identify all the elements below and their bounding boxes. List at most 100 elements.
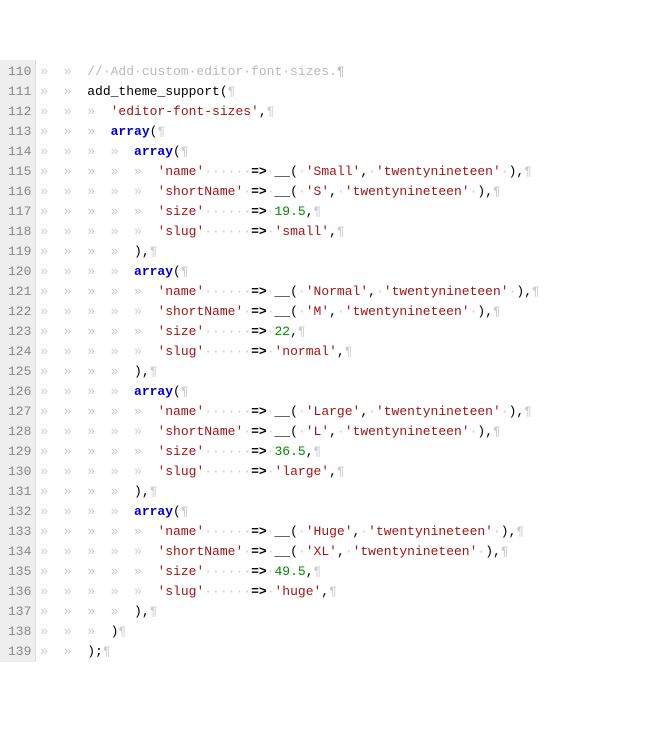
code-line[interactable]: » » » » » 'shortName'·=>·__(·'L',·'twent… (40, 422, 659, 442)
token-punct: ), (477, 304, 493, 319)
token-ws: » » » » » (40, 544, 157, 559)
code-line[interactable]: » » » )¶ (40, 622, 659, 642)
code-line[interactable]: » » » » array(¶ (40, 382, 659, 402)
line-number: 139 (8, 642, 31, 662)
token-op: => (251, 404, 267, 419)
line-number-gutter: 1101111121131141151161171181191201211221… (0, 60, 36, 662)
code-line[interactable]: » » » » » 'name'······=>·__(·'Small',·'t… (40, 162, 659, 182)
code-line[interactable]: » » » » » 'size'······=>·49.5,¶ (40, 562, 659, 582)
token-string: 'S' (306, 184, 329, 199)
token-string: 'L' (306, 424, 329, 439)
code-line[interactable]: » » //·Add·custom·editor·font·sizes.¶ (40, 62, 659, 82)
token-ws: ¶ (150, 604, 158, 619)
token-ws: · (298, 404, 306, 419)
token-punct: ( (290, 284, 298, 299)
code-line[interactable]: » » » » » 'slug'······=>·'small',¶ (40, 222, 659, 242)
token-ws: » » » (40, 124, 110, 139)
code-line[interactable]: » » » » » 'size'······=>·22,¶ (40, 322, 659, 342)
token-op: => (251, 224, 267, 239)
token-ws: ¶ (267, 104, 275, 119)
token-punct: , (290, 324, 298, 339)
token-ws: » » » » » (40, 284, 157, 299)
code-line[interactable]: » » » » array(¶ (40, 142, 659, 162)
code-line[interactable]: » » add_theme_support(¶ (40, 82, 659, 102)
code-line[interactable]: » » » » ),¶ (40, 242, 659, 262)
code-line[interactable]: » » );¶ (40, 642, 659, 662)
code-line[interactable]: » » » » » 'shortName'·=>·__(·'S',·'twent… (40, 182, 659, 202)
token-punct: ( (290, 424, 298, 439)
line-number: 128 (8, 422, 31, 442)
token-ws: » » » » » (40, 564, 157, 579)
line-number: 132 (8, 502, 31, 522)
token-punct: ( (290, 404, 298, 419)
token-ws: » » » » » (40, 224, 157, 239)
code-line[interactable]: » » » array(¶ (40, 122, 659, 142)
token-ws: · (298, 304, 306, 319)
code-line[interactable]: » » » » » 'size'······=>·36.5,¶ (40, 442, 659, 462)
code-line[interactable]: » » » » » 'shortName'·=>·__(·'M',·'twent… (40, 302, 659, 322)
token-ws: ······ (204, 344, 251, 359)
token-func: __ (274, 164, 290, 179)
code-line[interactable]: » » » » ),¶ (40, 602, 659, 622)
token-string: 'Huge' (306, 524, 353, 539)
code-line[interactable]: » » » » » 'shortName'·=>·__(·'XL',·'twen… (40, 542, 659, 562)
token-punct: ( (290, 184, 298, 199)
token-func: __ (275, 544, 291, 559)
code-line[interactable]: » » » 'editor-font-sizes',¶ (40, 102, 659, 122)
token-ws: » » » » » (40, 184, 157, 199)
token-punct: ), (134, 244, 150, 259)
token-ws: ¶ (314, 564, 322, 579)
token-keyword: array (134, 504, 173, 519)
code-line[interactable]: » » » » » 'name'······=>·__(·'Huge',·'tw… (40, 522, 659, 542)
line-number: 123 (8, 322, 31, 342)
code-line[interactable]: » » » » array(¶ (40, 262, 659, 282)
token-punct: ), (134, 484, 150, 499)
line-number: 110 (8, 62, 31, 82)
token-ws: ······ (204, 564, 251, 579)
token-ws: · (243, 544, 251, 559)
token-ws: ¶ (516, 524, 524, 539)
token-op: => (251, 464, 267, 479)
token-punct: , (329, 464, 337, 479)
line-number: 113 (8, 122, 31, 142)
token-num: 49.5 (274, 564, 305, 579)
token-ws: · (376, 284, 384, 299)
code-editor[interactable]: 1101111121131141151161171181191201211221… (0, 60, 659, 662)
token-string: 'twentynineteen' (376, 164, 501, 179)
token-ws: · (267, 184, 275, 199)
token-punct: , (306, 444, 314, 459)
token-punct: ), (509, 404, 525, 419)
token-ws: » » (40, 644, 87, 659)
token-comment: //·Add·custom·editor·font·sizes.¶ (87, 64, 344, 79)
token-string: 'size' (157, 564, 204, 579)
token-func: __ (275, 424, 291, 439)
token-ws: » » » » » (40, 304, 157, 319)
token-ws: · (267, 424, 275, 439)
code-line[interactable]: » » » » » 'size'······=>·19.5,¶ (40, 202, 659, 222)
code-line[interactable]: » » » » array(¶ (40, 502, 659, 522)
code-line[interactable]: » » » » » 'slug'······=>·'large',¶ (40, 462, 659, 482)
line-number: 115 (8, 162, 31, 182)
code-line[interactable]: » » » » » 'name'······=>·__(·'Large',·'t… (40, 402, 659, 422)
token-keyword: array (134, 384, 173, 399)
token-ws: ¶ (493, 304, 501, 319)
code-line[interactable]: » » » » ),¶ (40, 482, 659, 502)
token-string: 'Small' (306, 164, 361, 179)
code-line[interactable]: » » » » » 'name'······=>·__(·'Normal',·'… (40, 282, 659, 302)
line-number: 131 (8, 482, 31, 502)
token-punct: ), (516, 284, 532, 299)
code-area[interactable]: » » //·Add·custom·editor·font·sizes.¶» »… (36, 60, 659, 662)
code-line[interactable]: » » » » » 'slug'······=>·'huge',¶ (40, 582, 659, 602)
token-ws: » » » » (40, 144, 134, 159)
token-ws: · (298, 544, 306, 559)
token-ws: ¶ (181, 504, 189, 519)
token-string: 'huge' (274, 584, 321, 599)
token-func: __ (274, 404, 290, 419)
token-ws: · (243, 304, 251, 319)
token-keyword: array (134, 264, 173, 279)
token-string: 'size' (157, 324, 204, 339)
token-punct: ), (485, 544, 501, 559)
code-line[interactable]: » » » » » 'slug'······=>·'normal',¶ (40, 342, 659, 362)
code-line[interactable]: » » » » ),¶ (40, 362, 659, 382)
token-punct: , (360, 404, 368, 419)
